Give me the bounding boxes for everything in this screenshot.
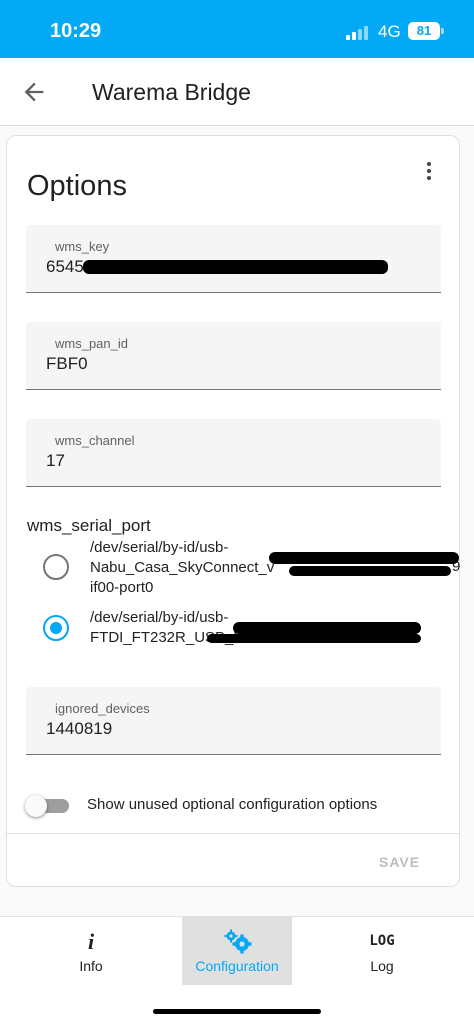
ignored-devices-label: ignored_devices	[55, 701, 150, 716]
tab-configuration-label: Configuration	[195, 958, 279, 974]
card-title: Options	[27, 170, 127, 202]
show-unused-options-toggle[interactable]	[25, 794, 71, 818]
log-icon: LOG	[369, 933, 395, 949]
content-area: Options wms_key 6545C wms_pan_id FBF0 wm…	[0, 127, 474, 916]
ignored-devices-field[interactable]: ignored_devices 1440819	[26, 687, 441, 755]
ignored-devices-value: 1440819	[46, 719, 113, 738]
show-unused-options-label: Show unused optional configuration optio…	[87, 796, 378, 813]
redaction-mark	[83, 260, 388, 274]
radio-serial-option-1[interactable]	[43, 554, 69, 580]
more-vert-icon[interactable]	[419, 160, 439, 184]
info-icon: i	[87, 929, 95, 954]
wms-pan-id-value: FBF0	[46, 354, 88, 373]
redaction-mark	[269, 552, 459, 564]
tab-log-label: Log	[370, 958, 394, 974]
battery-tip	[441, 28, 444, 34]
page-title: Warema Bridge	[92, 79, 251, 105]
save-button[interactable]: SAVE	[379, 854, 420, 870]
redaction-mark	[289, 566, 451, 576]
tab-log[interactable]: LOG Log	[327, 917, 437, 985]
wms-channel-field[interactable]: wms_channel 17	[26, 419, 441, 487]
tab-info[interactable]: i Info	[36, 917, 146, 985]
radio-serial-option-2[interactable]	[43, 615, 69, 641]
app-bar: Warema Bridge	[0, 58, 474, 126]
wms-pan-id-label: wms_pan_id	[55, 336, 128, 351]
home-indicator	[153, 1009, 321, 1014]
cogs-icon	[224, 929, 252, 954]
serial-option-1-line3: if00-port0	[90, 579, 154, 596]
tab-configuration[interactable]: Configuration	[182, 917, 292, 985]
tab-info-label: Info	[79, 958, 103, 974]
wms-channel-label: wms_channel	[55, 433, 135, 448]
arrow-left-icon[interactable]	[20, 78, 48, 106]
wms-key-label: wms_key	[55, 239, 110, 254]
wms-channel-value: 17	[46, 451, 65, 470]
wms-pan-id-field[interactable]: wms_pan_id FBF0	[26, 322, 441, 390]
redaction-mark	[233, 622, 421, 634]
status-time: 10:29	[50, 20, 102, 42]
redaction-mark	[207, 634, 421, 643]
divider	[7, 833, 459, 834]
network-type: 4G	[378, 22, 401, 41]
battery-icon: 81	[408, 22, 440, 40]
status-bar: 10:29 4G 81	[0, 0, 474, 58]
options-card: Options wms_key 6545C wms_pan_id FBF0 wm…	[6, 135, 460, 887]
cellular-signal-icon	[346, 24, 372, 40]
serial-port-label: wms_serial_port	[27, 516, 151, 535]
wms-key-field[interactable]: wms_key 6545C	[26, 225, 441, 293]
toggle-thumb	[25, 795, 47, 817]
